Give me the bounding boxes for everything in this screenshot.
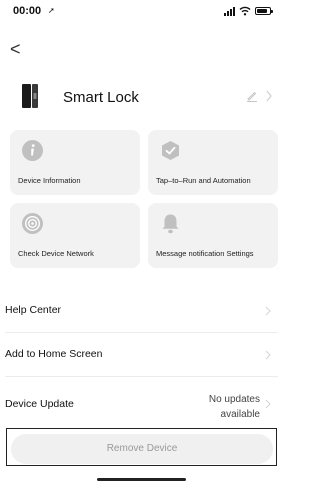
back-button[interactable]: < [10, 37, 30, 61]
device-update-label: Device Update [5, 398, 74, 410]
remove-device-button[interactable]: Remove Device [11, 434, 273, 464]
location-arrow-icon: ➚ [48, 6, 55, 15]
device-name: Smart Lock [63, 89, 139, 106]
device-feature-grid: Device Information Tap–to–Run and Automa… [10, 130, 278, 268]
help-center-row[interactable]: Help Center [0, 288, 283, 332]
tap-to-run-automation-card[interactable]: Tap–to–Run and Automation [148, 130, 278, 195]
check-device-network-card[interactable]: Check Device Network [10, 203, 140, 268]
card-label: Check Device Network [18, 249, 94, 258]
info-icon [22, 140, 43, 161]
device-header[interactable]: Smart Lock [0, 80, 283, 114]
device-information-card[interactable]: Device Information [10, 130, 140, 195]
battery-icon [255, 7, 273, 15]
system-icons [224, 6, 273, 16]
status-bar: 00:00 ➚ [0, 0, 283, 22]
chevron-right-icon [266, 90, 272, 102]
automation-check-icon [162, 141, 179, 160]
chevron-right-icon [265, 399, 271, 409]
wifi-icon [239, 6, 251, 16]
bell-icon [162, 214, 179, 234]
update-status: No updates available [170, 392, 260, 422]
card-label: Device Information [18, 176, 81, 185]
update-status-line2: available [220, 409, 260, 420]
cellular-signal-icon [224, 6, 235, 16]
chevron-right-icon [265, 350, 271, 360]
chevron-right-icon [265, 306, 271, 316]
add-to-home-screen-label: Add to Home Screen [5, 348, 103, 360]
smart-lock-icon [22, 84, 38, 108]
update-status-line1: No updates [208, 394, 260, 405]
help-center-label: Help Center [5, 304, 62, 316]
edit-pencil-icon[interactable] [245, 89, 259, 103]
device-update-row[interactable]: Device Update No updates available [0, 376, 283, 428]
network-signal-icon [22, 213, 43, 234]
status-time: 00:00 [13, 5, 42, 17]
card-label: Message notification Settings [156, 249, 254, 258]
home-indicator[interactable] [97, 478, 186, 481]
add-to-home-screen-row[interactable]: Add to Home Screen [0, 332, 283, 376]
battery-fill [257, 9, 267, 13]
message-notification-settings-card[interactable]: Message notification Settings [148, 203, 278, 268]
card-label: Tap–to–Run and Automation [156, 176, 251, 185]
